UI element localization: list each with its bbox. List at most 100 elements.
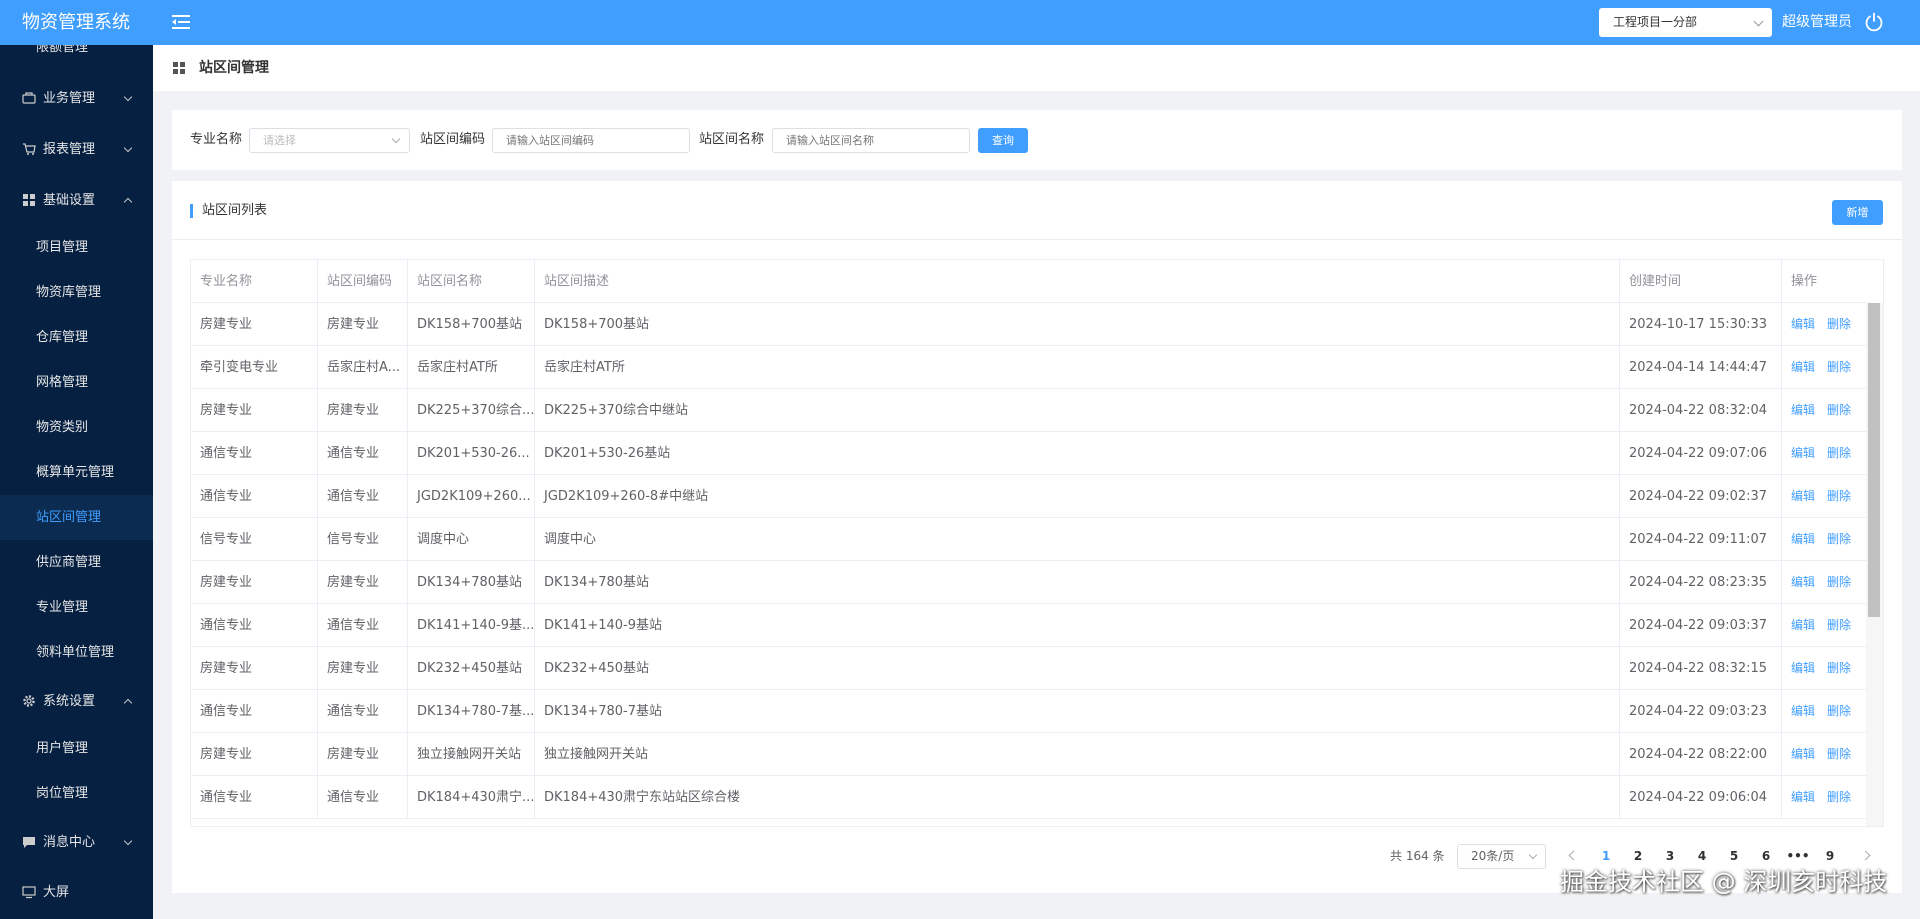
- sidebar-item-material-library[interactable]: 物资库管理: [0, 270, 153, 315]
- column-header: 站区间名称: [408, 260, 535, 302]
- query-button[interactable]: 查询: [978, 128, 1028, 153]
- table-cell: 房建专业: [318, 561, 408, 603]
- sidebar-item-grid[interactable]: 网格管理: [0, 360, 153, 405]
- delete-link[interactable]: 删除: [1827, 489, 1851, 503]
- table-cell: 通信专业: [191, 475, 318, 517]
- table-cell: 调度中心: [408, 518, 535, 560]
- edit-link[interactable]: 编辑: [1791, 661, 1815, 675]
- menu-fold-icon[interactable]: [172, 13, 190, 31]
- watermark: 掘金技术社区 @ 深圳亥时科技: [1560, 868, 1888, 896]
- scrollbar-thumb[interactable]: [1868, 303, 1880, 617]
- sidebar-item-project[interactable]: 项目管理: [0, 225, 153, 270]
- table-scrollbar[interactable]: [1866, 303, 1883, 826]
- table-cell: 2024-04-22 09:06:04: [1620, 776, 1782, 818]
- business-icon: [22, 92, 36, 104]
- delete-link[interactable]: 删除: [1827, 704, 1851, 718]
- sidebar-item-label: 限额管理: [36, 45, 89, 55]
- search-form: 专业名称 请选择 站区间编码 站区间名称 查询: [172, 110, 1902, 170]
- sidebar-item-material-category[interactable]: 物资类别: [0, 405, 153, 450]
- table-cell: 岳家庄村AT所: [535, 346, 1620, 388]
- delete-link[interactable]: 删除: [1827, 790, 1851, 804]
- sidebar-item-business[interactable]: 业务管理: [0, 76, 153, 121]
- project-select[interactable]: 工程项目一分部: [1599, 8, 1772, 37]
- edit-link[interactable]: 编辑: [1791, 489, 1815, 503]
- name-input[interactable]: [772, 128, 970, 153]
- edit-link[interactable]: 编辑: [1791, 532, 1815, 546]
- table-cell: 独立接触网开关站: [408, 733, 535, 775]
- table-cell: 房建专业: [318, 733, 408, 775]
- edit-link[interactable]: 编辑: [1791, 618, 1815, 632]
- page-size-select[interactable]: 20条/页: [1457, 844, 1546, 869]
- delete-link[interactable]: 删除: [1827, 747, 1851, 761]
- table-cell: DK134+780-7基...: [408, 690, 535, 732]
- edit-link[interactable]: 编辑: [1791, 747, 1815, 761]
- edit-link[interactable]: 编辑: [1791, 575, 1815, 589]
- prev-page-icon[interactable]: [1568, 850, 1579, 861]
- next-page-icon[interactable]: [1860, 850, 1871, 861]
- table-cell: 2024-04-22 09:11:07: [1620, 518, 1782, 560]
- table-cell: DK232+450基站: [408, 647, 535, 689]
- app-title: 物资管理系统: [22, 12, 130, 33]
- column-header: 操作: [1791, 274, 1818, 289]
- delete-link[interactable]: 删除: [1827, 317, 1851, 331]
- table-cell: JGD2K109+260-8#中继站: [535, 475, 1620, 517]
- divider: [172, 239, 1902, 240]
- delete-link[interactable]: 删除: [1827, 532, 1851, 546]
- table-row: 通信专业 通信专业 DK134+780-7基... DK134+780-7基站 2024…: [191, 690, 1866, 733]
- page-title: 站区间管理: [199, 60, 269, 76]
- delete-link[interactable]: 删除: [1827, 575, 1851, 589]
- sidebar-item-label: 系统设置: [43, 694, 96, 709]
- edit-link[interactable]: 编辑: [1791, 317, 1815, 331]
- table-cell: 2024-04-22 09:03:23: [1620, 690, 1782, 732]
- delete-link[interactable]: 删除: [1827, 446, 1851, 460]
- top-header: 物资管理系统 工程项目一分部 超级管理员: [0, 0, 1920, 45]
- table-cell: 2024-04-22 08:32:15: [1620, 647, 1782, 689]
- code-input[interactable]: [492, 128, 690, 153]
- table-cell: DK184+430肃宁东站站区综合楼: [535, 776, 1620, 818]
- sidebar-item-label: 业务管理: [43, 91, 96, 106]
- sidebar-item-big-screen[interactable]: 大屏: [0, 870, 153, 915]
- add-button[interactable]: 新增: [1832, 200, 1883, 225]
- sidebar-item-report[interactable]: 报表管理: [0, 127, 153, 172]
- sidebar-item-basic-settings[interactable]: 基础设置: [0, 178, 153, 223]
- sidebar-item-system-settings[interactable]: 系统设置: [0, 679, 153, 724]
- delete-link[interactable]: 删除: [1827, 618, 1851, 632]
- table-cell: DK134+780基站: [535, 561, 1620, 603]
- message-icon: [23, 837, 35, 848]
- sidebar-item-label: 物资类别: [36, 420, 89, 435]
- sidebar-item-message-center[interactable]: 消息中心: [0, 820, 153, 865]
- edit-link[interactable]: 编辑: [1791, 790, 1815, 804]
- edit-link[interactable]: 编辑: [1791, 446, 1815, 460]
- edit-link[interactable]: 编辑: [1791, 403, 1815, 417]
- sidebar-item-supplier[interactable]: 供应商管理: [0, 540, 153, 585]
- chevron-down-icon: [391, 134, 401, 144]
- power-icon[interactable]: [1864, 12, 1884, 32]
- code-label: 站区间编码: [420, 132, 486, 147]
- edit-link[interactable]: 编辑: [1791, 704, 1815, 718]
- column-header: 站区间描述: [535, 260, 1620, 302]
- sidebar-item-estimate-unit[interactable]: 概算单元管理: [0, 450, 153, 495]
- table-row: 通信专业 通信专业 JGD2K109+260... JGD2K109+260-8#中继…: [191, 475, 1866, 518]
- sidebar: 限额管理 业务管理 报表管理 基础设置 项目管理 物资库管理 仓库管理 网格管理…: [0, 45, 153, 919]
- table-row: 通信专业 通信专业 DK184+430肃宁... DK184+430肃宁东站站区综合楼…: [191, 776, 1866, 819]
- delete-link[interactable]: 删除: [1827, 403, 1851, 417]
- gear-icon: [23, 695, 35, 707]
- table-cell: 房建专业: [191, 647, 318, 689]
- sidebar-item-label: 仓库管理: [36, 330, 89, 345]
- sidebar-item-quota[interactable]: 限额管理: [0, 45, 153, 70]
- delete-link[interactable]: 删除: [1827, 360, 1851, 374]
- sidebar-item-user[interactable]: 用户管理: [0, 726, 153, 771]
- edit-link[interactable]: 编辑: [1791, 360, 1815, 374]
- sidebar-item-position[interactable]: 岗位管理: [0, 771, 153, 816]
- sidebar-item-warehouse[interactable]: 仓库管理: [0, 315, 153, 360]
- user-name[interactable]: 超级管理员: [1782, 0, 1852, 45]
- table-row: 通信专业 通信专业 DK201+530-26... DK201+530-26基站 202…: [191, 432, 1866, 475]
- table-cell: 房建专业: [191, 303, 318, 345]
- sidebar-item-major[interactable]: 专业管理: [0, 585, 153, 630]
- sidebar-item-station-section[interactable]: 站区间管理: [0, 495, 153, 540]
- sidebar-item-label: 网格管理: [36, 375, 89, 390]
- sidebar-item-receiving-unit[interactable]: 领料单位管理: [0, 630, 153, 675]
- chevron-down-icon: [123, 92, 133, 102]
- delete-link[interactable]: 删除: [1827, 661, 1851, 675]
- major-select[interactable]: 请选择: [249, 128, 410, 153]
